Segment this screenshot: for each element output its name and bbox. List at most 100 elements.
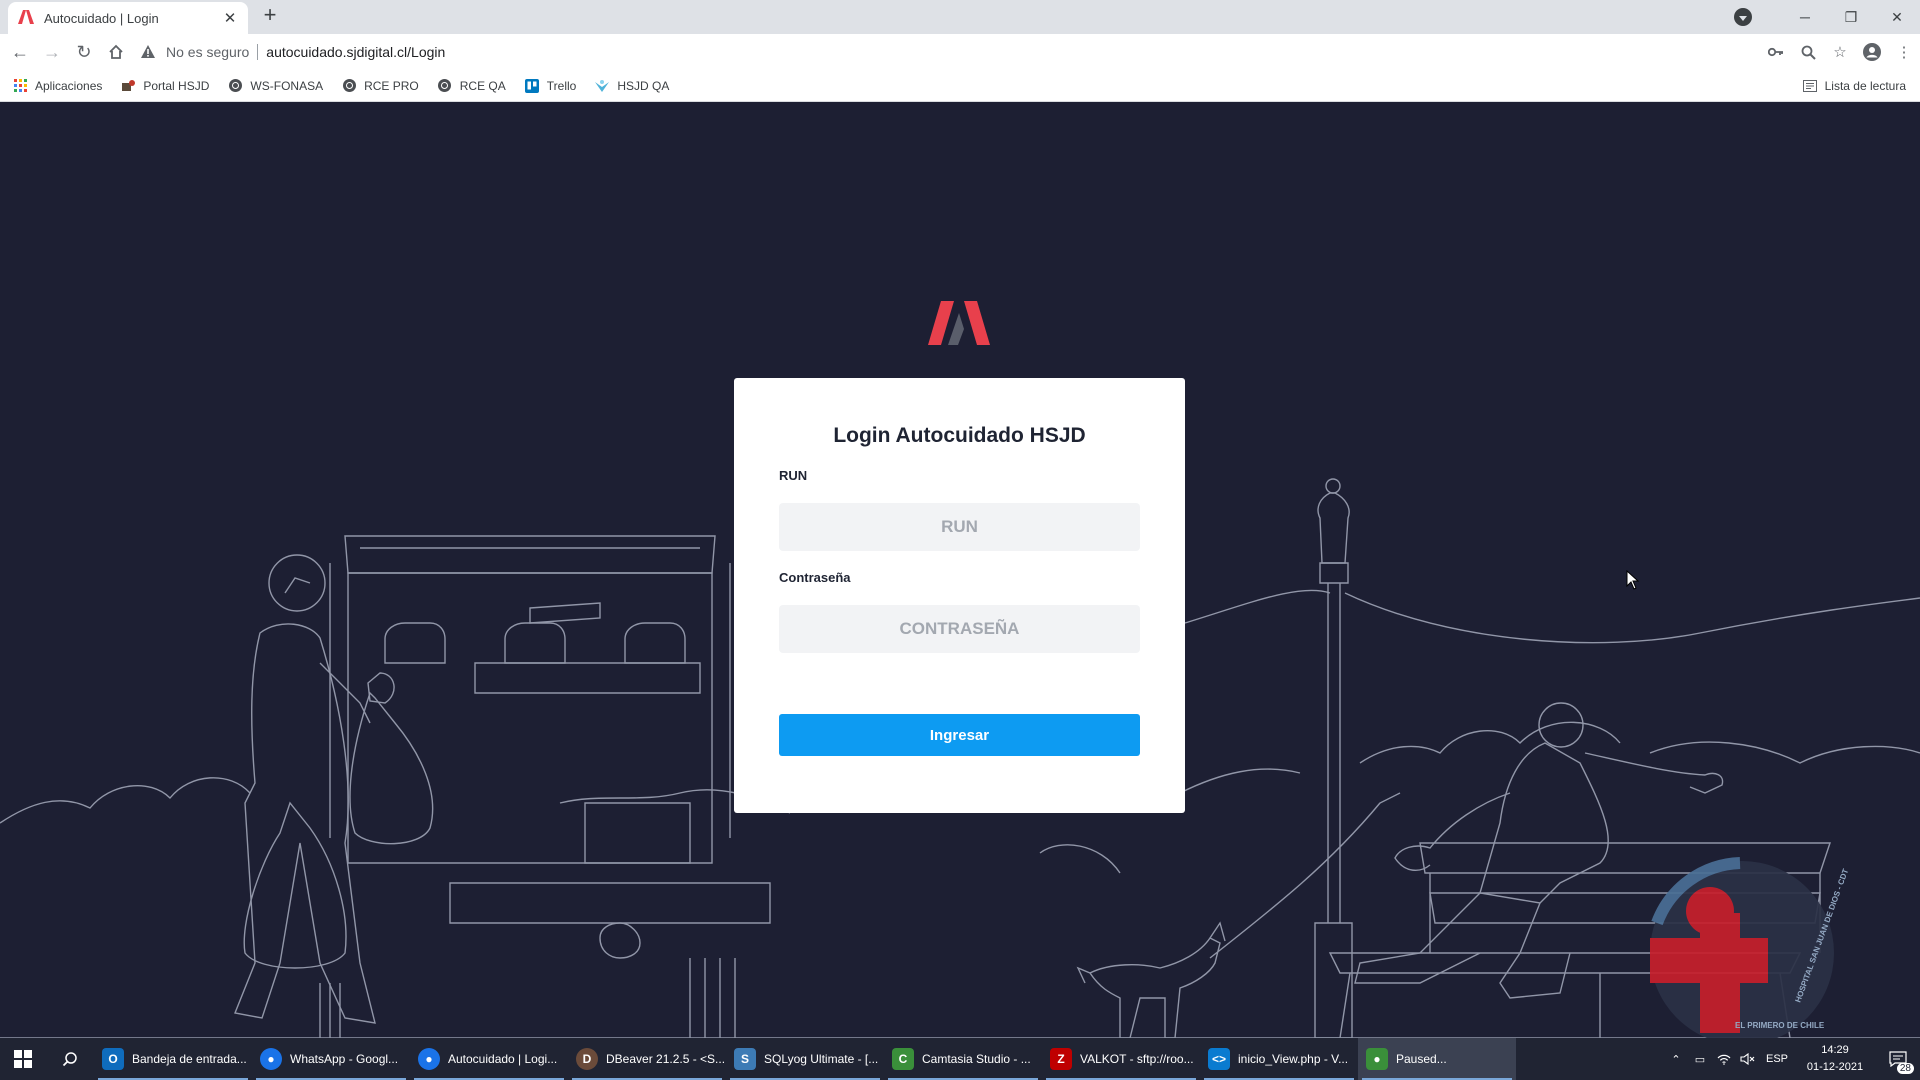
- warning-icon[interactable]: [140, 44, 158, 60]
- start-button[interactable]: [0, 1038, 46, 1080]
- apps-grid-icon: [12, 78, 28, 94]
- bookmark-label: RCE PRO: [364, 78, 419, 93]
- reading-list-icon: [1802, 78, 1818, 94]
- task-label: Paused...: [1396, 1052, 1447, 1066]
- bookmark-star-icon[interactable]: ☆: [1824, 38, 1856, 66]
- taskbar-item-outlook[interactable]: O Bandeja de entrada...: [94, 1038, 252, 1080]
- windows-taskbar: O Bandeja de entrada... ● WhatsApp - Goo…: [0, 1038, 1920, 1080]
- task-label: Bandeja de entrada...: [132, 1052, 247, 1066]
- sqlyog-icon: S: [734, 1048, 756, 1070]
- task-label: WhatsApp - Googl...: [290, 1052, 399, 1066]
- volume-muted-icon[interactable]: [1736, 1038, 1760, 1080]
- taskbar-search-icon[interactable]: [46, 1038, 94, 1080]
- system-clock[interactable]: 14:29 01-12-2021: [1794, 1042, 1876, 1076]
- filezilla-icon: Z: [1050, 1048, 1072, 1070]
- portal-icon: [120, 78, 136, 94]
- tab-search-icon[interactable]: [1734, 8, 1752, 26]
- bookmark-label: WS-FONASA: [250, 78, 324, 93]
- browser-tab[interactable]: Autocuidado | Login ✕: [8, 2, 248, 34]
- taskbar-item-autocuidado[interactable]: ● Autocuidado | Logi...: [410, 1038, 568, 1080]
- back-icon[interactable]: ←: [8, 40, 32, 64]
- login-title: Login Autocuidado HSJD: [833, 424, 1086, 447]
- home-icon[interactable]: [104, 40, 128, 64]
- chrome-icon: ●: [418, 1048, 440, 1070]
- globe-icon: [227, 78, 243, 94]
- action-center-icon[interactable]: 28: [1876, 1038, 1920, 1080]
- camtasia-icon: C: [892, 1048, 914, 1070]
- task-label: DBeaver 21.2.5 - <S...: [606, 1052, 726, 1066]
- window-controls: ─ ❐ ✕: [1734, 0, 1920, 34]
- bookmark-portal-hsjd[interactable]: Portal HSJD: [120, 78, 209, 94]
- chevron-up-icon[interactable]: ⌃: [1664, 1038, 1688, 1080]
- new-tab-icon[interactable]: +: [258, 4, 282, 28]
- reading-list-button[interactable]: Lista de lectura: [1802, 70, 1906, 102]
- bookmark-label: Trello: [546, 78, 577, 93]
- bookmark-trello[interactable]: Trello: [524, 78, 577, 94]
- taskbar-item-filezilla[interactable]: Z VALKOT - sftp://roo...: [1042, 1038, 1200, 1080]
- toolbar-actions: ☆ ⋮: [1760, 34, 1920, 70]
- reload-icon[interactable]: ↻: [72, 40, 96, 64]
- vscode-icon: <>: [1208, 1048, 1230, 1070]
- site-favicon-icon: [18, 10, 34, 26]
- task-label: VALKOT - sftp://roo...: [1080, 1052, 1194, 1066]
- reading-list-label: Lista de lectura: [1824, 79, 1906, 93]
- minimize-icon[interactable]: ─: [1782, 0, 1828, 34]
- globe-icon: [341, 78, 357, 94]
- bookmark-label: Aplicaciones: [35, 78, 103, 93]
- windows-logo-icon: [14, 1050, 32, 1068]
- zoom-icon[interactable]: [1792, 38, 1824, 66]
- close-window-icon[interactable]: ✕: [1874, 0, 1920, 34]
- address-separator: [257, 44, 259, 60]
- clock-time: 14:29: [1821, 1044, 1849, 1056]
- taskbar-item-dbeaver[interactable]: D DBeaver 21.2.5 - <S...: [568, 1038, 726, 1080]
- taskbar-item-camtasia-recorder[interactable]: ● Paused...: [1358, 1038, 1516, 1080]
- mouse-cursor-icon: [1626, 570, 1640, 590]
- trello-icon: [524, 78, 540, 94]
- taskbar-item-whatsapp[interactable]: ● WhatsApp - Googl...: [252, 1038, 410, 1080]
- taskbar-item-camtasia[interactable]: C Camtasia Studio - ...: [884, 1038, 1042, 1080]
- menu-kebab-icon[interactable]: ⋮: [1888, 38, 1920, 66]
- url-text[interactable]: autocuidado.sjdigital.cl/Login: [266, 44, 445, 60]
- tab-close-icon[interactable]: ✕: [222, 9, 238, 27]
- language-indicator[interactable]: ESP: [1760, 1038, 1794, 1080]
- bookmark-label: RCE QA: [459, 78, 506, 93]
- notification-count-badge: 28: [1896, 1063, 1914, 1074]
- bookmark-ws-fonasa[interactable]: WS-FONASA: [227, 78, 323, 94]
- address-bar[interactable]: No es seguro autocuidado.sjdigital.cl/Lo…: [140, 38, 1770, 66]
- clock-date: 01-12-2021: [1806, 1061, 1864, 1073]
- forward-icon[interactable]: →: [40, 40, 64, 64]
- login-card: Login Autocuidado HSJD RUN Contraseña In…: [734, 378, 1185, 813]
- login-submit-button[interactable]: Ingresar: [779, 714, 1140, 756]
- device-icon[interactable]: ▭: [1688, 1038, 1712, 1080]
- hsjd-qa-icon: [594, 78, 610, 94]
- task-label: SQLyog Ultimate - [...: [764, 1052, 879, 1066]
- task-label: Autocuidado | Logi...: [448, 1052, 558, 1066]
- run-input[interactable]: [779, 503, 1140, 551]
- not-secure-label[interactable]: No es seguro: [166, 44, 249, 60]
- camtasia-recorder-icon: ●: [1366, 1048, 1388, 1070]
- wifi-icon[interactable]: [1712, 1038, 1736, 1080]
- browser-tab-strip: Autocuidado | Login ✕ + ─ ❐ ✕: [0, 0, 1920, 34]
- restore-icon[interactable]: ❐: [1828, 0, 1874, 34]
- task-label: Camtasia Studio - ...: [922, 1052, 1031, 1066]
- bookmark-aplicaciones[interactable]: Aplicaciones: [12, 78, 102, 94]
- brand-logo-icon: [928, 301, 990, 345]
- taskbar-item-vscode[interactable]: <> inicio_View.php - V...: [1200, 1038, 1358, 1080]
- profile-avatar-icon[interactable]: [1856, 38, 1888, 66]
- taskbar-item-sqlyog[interactable]: S SQLyog Ultimate - [...: [726, 1038, 884, 1080]
- key-icon[interactable]: [1760, 38, 1792, 66]
- outlook-icon: O: [102, 1048, 124, 1070]
- bookmark-rce-pro[interactable]: RCE PRO: [341, 78, 419, 94]
- bookmark-label: HSJD QA: [617, 78, 670, 93]
- password-input[interactable]: [779, 605, 1140, 653]
- bookmark-hsjd-qa[interactable]: HSJD QA: [594, 78, 669, 94]
- globe-icon: [437, 78, 453, 94]
- bookmark-label: Portal HSJD: [143, 78, 210, 93]
- chrome-icon: ●: [260, 1048, 282, 1070]
- run-label: RUN: [779, 468, 808, 483]
- dbeaver-icon: D: [576, 1048, 598, 1070]
- bookmarks-bar: Aplicaciones Portal HSJD WS-FONASA RCE P…: [0, 70, 1920, 102]
- bookmark-rce-qa[interactable]: RCE QA: [437, 78, 506, 94]
- page-viewport: EL PRIMERO DE CHILE HOSPITAL SAN JUAN DE…: [0, 103, 1920, 1038]
- browser-toolbar: ← → ↻ No es seguro autocuidado.sjdigital…: [0, 34, 1920, 70]
